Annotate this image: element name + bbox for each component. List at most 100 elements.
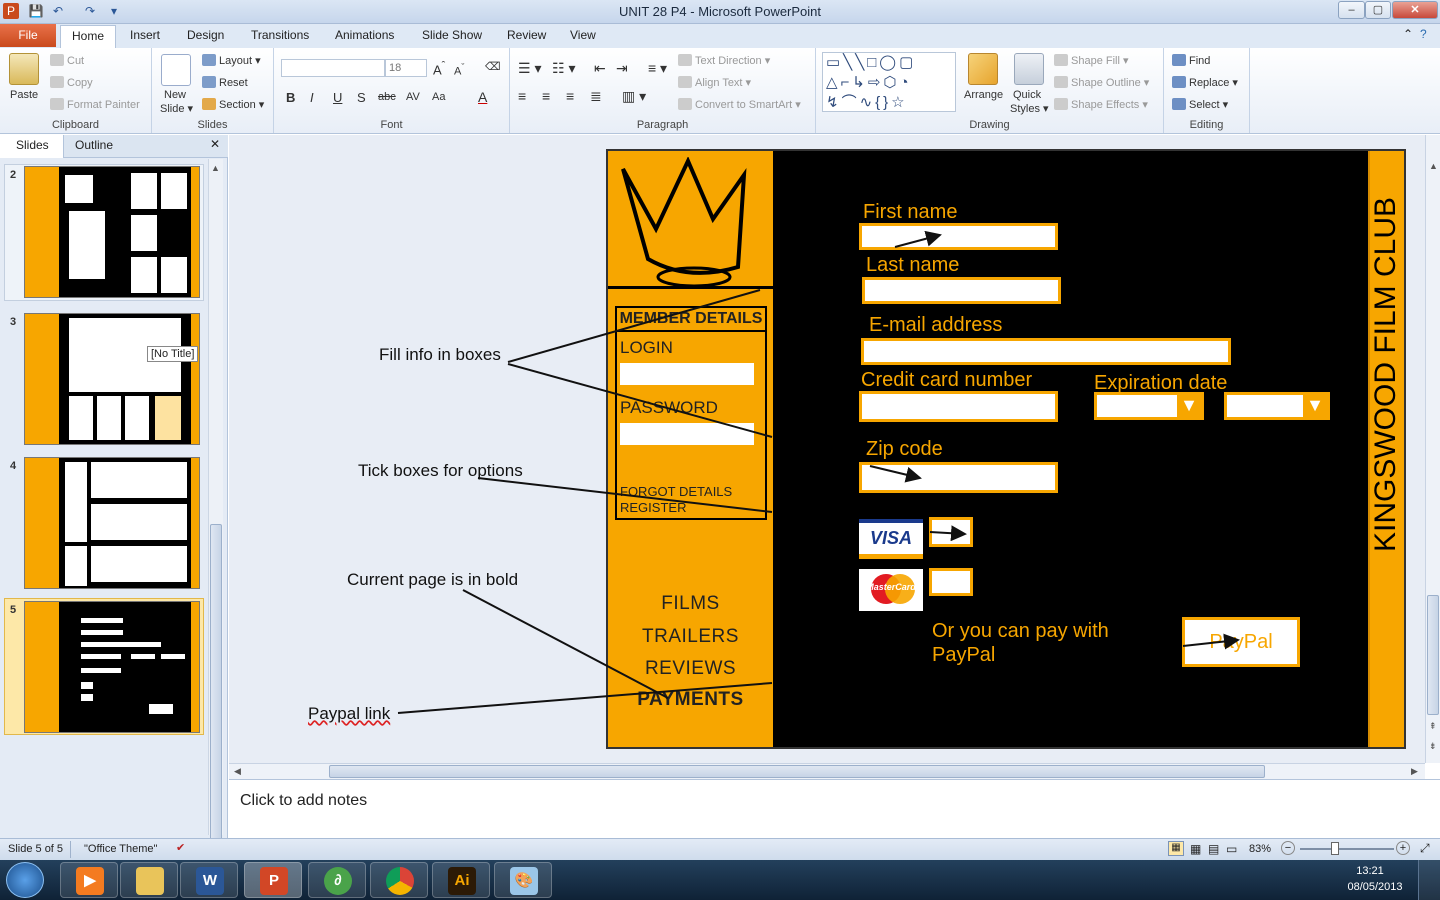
menu-payments-current[interactable]: PAYMENTS bbox=[608, 689, 773, 711]
pane-scrollbar[interactable]: ▲ ▼ bbox=[208, 159, 223, 857]
paypal-button[interactable]: PayPal bbox=[1182, 617, 1300, 667]
align-left-icon[interactable]: ≡ bbox=[518, 88, 526, 104]
taskbar-chrome[interactable] bbox=[370, 862, 428, 898]
taskbar-explorer[interactable] bbox=[120, 862, 178, 898]
font-size-select[interactable]: 18 bbox=[385, 59, 427, 77]
strikethrough-button[interactable]: abc bbox=[378, 91, 396, 103]
maximize-button[interactable]: ▢ bbox=[1365, 1, 1391, 19]
character-spacing-button[interactable]: AV bbox=[406, 91, 420, 103]
quick-styles-dropdown[interactable]: Styles ▾ bbox=[1010, 102, 1049, 115]
zoom-slider-thumb[interactable] bbox=[1331, 842, 1339, 855]
tab-insert[interactable]: Insert bbox=[130, 28, 160, 42]
underline-button[interactable]: U bbox=[333, 90, 342, 105]
justify-icon[interactable]: ≣ bbox=[590, 88, 602, 105]
scroll-up-icon[interactable]: ▲ bbox=[1429, 161, 1438, 171]
fit-slide-icon[interactable]: ⤢ bbox=[1420, 841, 1430, 856]
zoom-level[interactable]: 83% bbox=[1249, 843, 1271, 855]
bullets-icon[interactable]: ☰ ▾ bbox=[518, 60, 541, 77]
tab-slide-show[interactable]: Slide Show bbox=[422, 28, 482, 42]
tab-view[interactable]: View bbox=[570, 28, 596, 42]
slide-thumbnail-3[interactable] bbox=[24, 313, 200, 445]
tab-outline[interactable]: Outline bbox=[75, 138, 113, 152]
tab-slides[interactable]: Slides bbox=[16, 138, 49, 152]
minimize-button[interactable]: – bbox=[1338, 1, 1365, 19]
taskbar-illustrator[interactable]: Ai bbox=[432, 862, 490, 898]
menu-trailers[interactable]: TRAILERS bbox=[608, 626, 773, 648]
start-button[interactable] bbox=[6, 862, 44, 898]
credit-card-input[interactable] bbox=[859, 391, 1058, 422]
line-spacing-icon[interactable]: ≡ ▾ bbox=[648, 60, 667, 77]
zip-code-input[interactable] bbox=[859, 462, 1058, 493]
slide-thumbnail-4[interactable] bbox=[24, 457, 200, 589]
paste-icon[interactable] bbox=[9, 53, 39, 85]
tab-transitions[interactable]: Transitions bbox=[251, 28, 309, 42]
minimize-ribbon-icon[interactable]: ⌃ bbox=[1403, 27, 1413, 41]
taskbar-paint[interactable]: 🎨 bbox=[494, 862, 552, 898]
scroll-right-icon[interactable]: ▶ bbox=[1411, 766, 1418, 777]
normal-view-icon[interactable]: ▦ bbox=[1168, 841, 1184, 856]
font-color-button[interactable]: A bbox=[478, 89, 487, 105]
notes-placeholder[interactable]: Click to add notes bbox=[240, 792, 367, 810]
login-input[interactable] bbox=[620, 363, 754, 385]
align-text-button[interactable]: Align Text ▾ bbox=[678, 76, 751, 89]
tab-home[interactable]: Home bbox=[60, 25, 116, 49]
slide-show-icon[interactable]: ▭ bbox=[1226, 842, 1237, 856]
select-button[interactable]: Select ▾ bbox=[1172, 98, 1228, 111]
pane-scroll-thumb[interactable] bbox=[210, 524, 222, 844]
taskbar-dreamweaver[interactable]: ∂ bbox=[308, 862, 366, 898]
slide-thumbnail-2[interactable] bbox=[24, 166, 200, 298]
scroll-left-icon[interactable]: ◀ bbox=[234, 766, 241, 777]
align-right-icon[interactable]: ≡ bbox=[566, 88, 574, 104]
slide[interactable]: MEMBER DETAILS LOGIN PASSWORD FORGOT DET… bbox=[606, 149, 1406, 749]
mastercard-checkbox[interactable] bbox=[929, 568, 973, 596]
email-input[interactable] bbox=[861, 338, 1231, 365]
shadow-button[interactable]: S bbox=[357, 90, 366, 105]
arrange-icon[interactable] bbox=[968, 53, 998, 85]
visa-checkbox[interactable] bbox=[929, 517, 973, 547]
numbering-icon[interactable]: ☷ ▾ bbox=[552, 60, 575, 77]
shapes-gallery[interactable]: ▭╲╲□◯▢ △⌐↳⇨⬡◔ ↯⌒∿{}☆ bbox=[822, 52, 956, 112]
vertical-scroll-thumb[interactable] bbox=[1427, 595, 1439, 715]
slide-thumbnail-5[interactable] bbox=[24, 601, 200, 733]
new-slide-button[interactable]: New bbox=[164, 89, 186, 101]
last-name-input[interactable] bbox=[862, 277, 1061, 304]
new-slide-icon[interactable] bbox=[161, 54, 191, 86]
next-slide-icon[interactable]: ⇟ bbox=[1429, 741, 1437, 752]
slide-sorter-icon[interactable]: ▦ bbox=[1190, 842, 1201, 856]
replace-button[interactable]: Replace ▾ bbox=[1172, 76, 1238, 89]
clock-date[interactable]: 08/05/2013 bbox=[1344, 881, 1406, 893]
menu-films[interactable]: FILMS bbox=[608, 593, 773, 615]
horizontal-scrollbar[interactable]: ◀ ▶ bbox=[229, 763, 1425, 779]
zoom-in-icon[interactable]: + bbox=[1396, 841, 1410, 855]
clock-time[interactable]: 13:21 bbox=[1344, 865, 1396, 877]
horizontal-scroll-thumb[interactable] bbox=[329, 765, 1265, 778]
tab-animations[interactable]: Animations bbox=[335, 28, 394, 42]
decrease-indent-icon[interactable]: ⇤ bbox=[594, 60, 606, 77]
find-button[interactable]: Find bbox=[1172, 54, 1210, 67]
tab-file[interactable]: File bbox=[0, 24, 56, 47]
grow-font-icon[interactable]: Aˆ bbox=[433, 60, 445, 77]
shape-effects-button[interactable]: Shape Effects ▾ bbox=[1054, 98, 1148, 111]
increase-indent-icon[interactable]: ⇥ bbox=[616, 60, 628, 77]
vertical-scrollbar[interactable]: ▲ ⇞ ⇟ bbox=[1425, 135, 1440, 763]
italic-button[interactable]: I bbox=[310, 90, 314, 105]
align-center-icon[interactable]: ≡ bbox=[542, 88, 550, 104]
spelling-check-icon[interactable]: ✔ bbox=[176, 841, 185, 854]
zoom-out-icon[interactable]: − bbox=[1281, 841, 1295, 855]
layout-button[interactable]: Layout ▾ bbox=[202, 54, 261, 67]
expiration-month-select[interactable]: ▼ bbox=[1094, 392, 1204, 420]
dropdown-arrow-icon[interactable]: ▼ bbox=[1177, 395, 1201, 417]
new-slide-dropdown[interactable]: Slide ▾ bbox=[160, 102, 193, 115]
text-direction-button[interactable]: Text Direction ▾ bbox=[678, 54, 770, 67]
close-pane-icon[interactable]: ✕ bbox=[210, 137, 220, 151]
tab-design[interactable]: Design bbox=[187, 28, 224, 42]
scroll-up-icon[interactable]: ▲ bbox=[211, 163, 220, 173]
menu-reviews[interactable]: REVIEWS bbox=[608, 658, 773, 680]
reset-button[interactable]: Reset bbox=[202, 76, 248, 89]
section-button[interactable]: Section ▾ bbox=[202, 98, 264, 111]
dropdown-arrow-icon[interactable]: ▼ bbox=[1303, 395, 1327, 417]
copy-button[interactable]: Copy bbox=[50, 76, 93, 89]
cut-button[interactable]: Cut bbox=[50, 54, 84, 67]
close-button[interactable]: ✕ bbox=[1392, 1, 1438, 19]
change-case-button[interactable]: Aa bbox=[432, 91, 445, 103]
